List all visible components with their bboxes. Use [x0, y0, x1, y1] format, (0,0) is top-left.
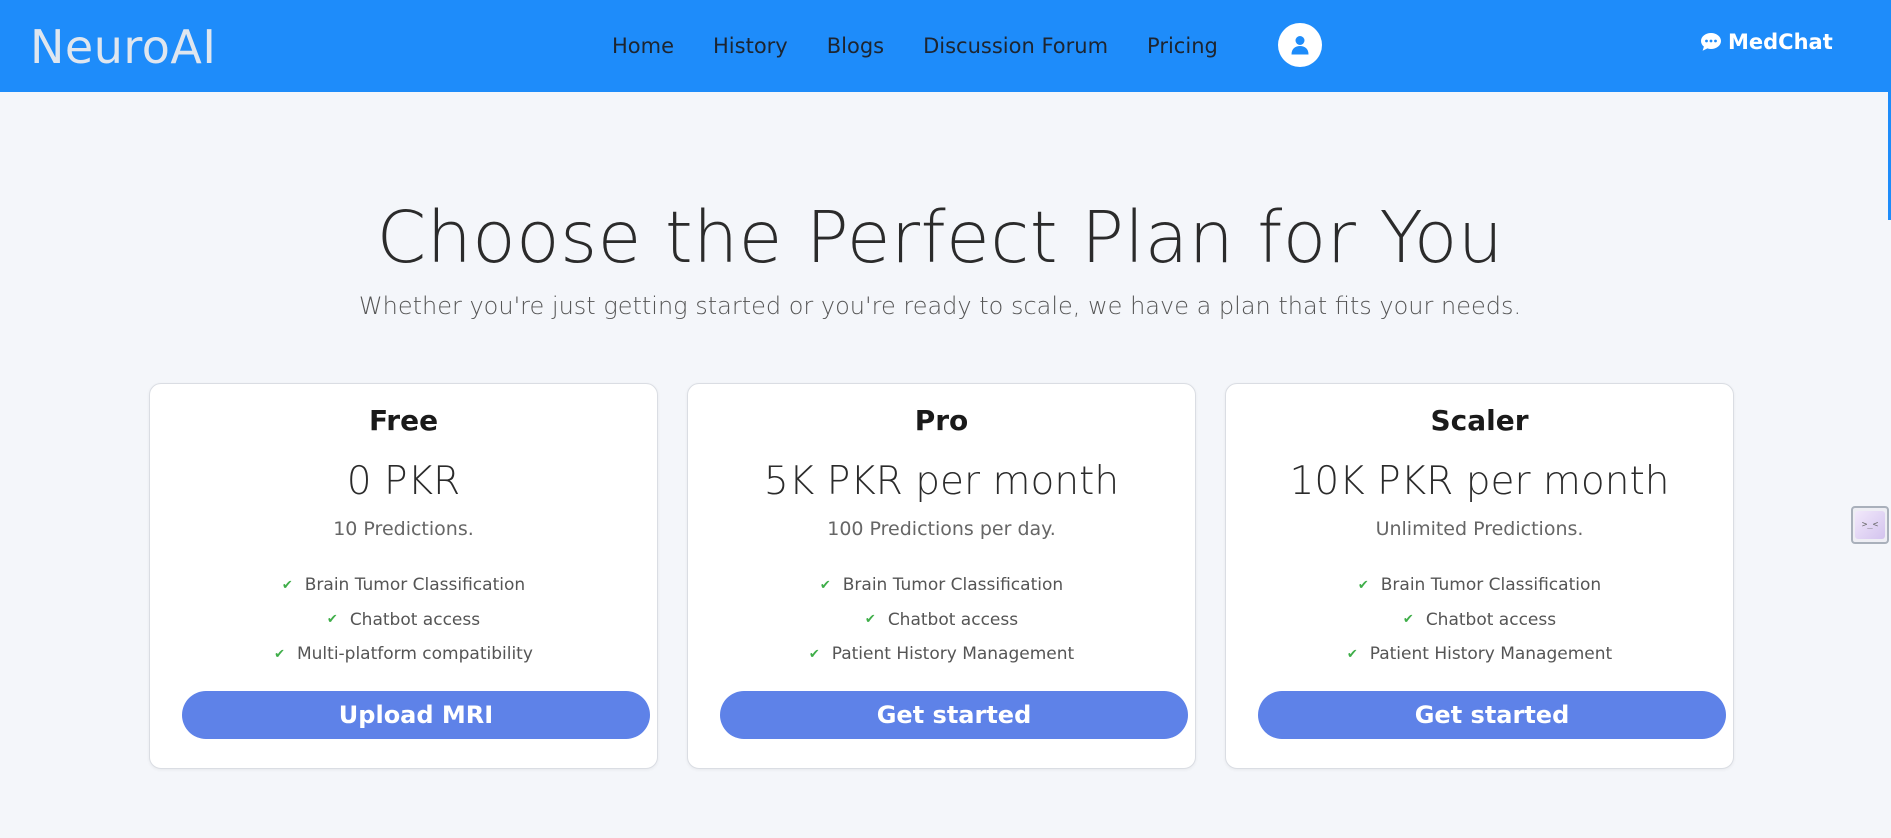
feature-item: ✔ Chatbot access [150, 603, 657, 638]
check-icon: ✔ [808, 646, 820, 662]
feature-label: Brain Tumor Classification [1380, 575, 1602, 596]
check-icon: ✔ [1346, 646, 1358, 662]
nav-link-pricing[interactable]: Pricing [1147, 34, 1218, 58]
check-icon: ✔ [326, 612, 338, 628]
check-icon: ✔ [281, 577, 293, 593]
plan-price: 5K PKR per month [763, 459, 1120, 504]
feature-list: ✔ Brain Tumor Classification ✔ Chatbot acc… [150, 568, 657, 672]
nav-link-discussion-forum[interactable]: Discussion Forum [923, 34, 1108, 58]
plan-price: 0 PKR [346, 459, 461, 504]
chat-bubble-icon [1701, 33, 1721, 51]
feature-item: ✔ Patient History Management [688, 637, 1195, 672]
check-icon: ✔ [274, 646, 285, 662]
page-subtitle: Whether you're just getting started or y… [358, 292, 1522, 320]
plan-card-pro: Pro 5K PKR per month 100 Predictions per… [687, 383, 1196, 769]
nav-link-history[interactable]: History [713, 34, 788, 58]
feature-label: Chatbot access [349, 609, 481, 630]
feature-label: Chatbot access [1425, 609, 1557, 630]
feature-item: ✔ Brain Tumor Classification [150, 568, 657, 603]
plan-price: 10K PKR per month [1289, 459, 1670, 504]
plan-quota: Unlimited Predictions. [1375, 518, 1584, 540]
user-icon [1291, 36, 1309, 55]
feature-list: ✔ Brain Tumor Classification ✔ Chatbot acc… [1226, 568, 1733, 672]
check-icon: ✔ [819, 577, 831, 593]
plan-name: Pro [914, 404, 969, 437]
check-icon: ✔ [864, 612, 876, 628]
feature-item: ✔ Multi-platform compatibility [150, 637, 657, 672]
feature-item: ✔ Brain Tumor Classification [1226, 568, 1733, 603]
feature-label: Brain Tumor Classification [842, 575, 1064, 596]
floating-assistant-widget[interactable]: >_< [1851, 506, 1889, 544]
feature-list: ✔ Brain Tumor Classification ✔ Chatbot acc… [688, 568, 1195, 672]
get-started-button-scaler[interactable]: Get started [1258, 691, 1726, 739]
medchat-label: MedChat [1728, 30, 1833, 54]
feature-label: Patient History Management [831, 644, 1075, 665]
brand-logo[interactable]: NeuroAI [30, 20, 216, 74]
feature-label: Chatbot access [887, 609, 1019, 630]
page-title: Choose the Perfect Plan for You [376, 196, 1504, 279]
get-started-button-pro[interactable]: Get started [720, 691, 1188, 739]
feature-item: ✔ Brain Tumor Classification [688, 568, 1195, 603]
feature-label: Brain Tumor Classification [304, 575, 526, 596]
nav-link-home[interactable]: Home [612, 34, 674, 58]
feature-item: ✔ Chatbot access [1226, 603, 1733, 638]
feature-label: Multi-platform compatibility [296, 644, 533, 665]
plan-card-free: Free 0 PKR 10 Predictions. ✔ Brain Tumor … [149, 383, 658, 769]
plan-quota: 100 Predictions per day. [827, 518, 1056, 540]
check-icon: ✔ [1402, 612, 1414, 628]
plan-quota: 10 Predictions. [333, 518, 474, 540]
plan-name: Scaler [1430, 404, 1529, 437]
feature-item: ✔ Patient History Management [1226, 637, 1733, 672]
user-profile-button[interactable] [1278, 23, 1322, 67]
nav-link-blogs[interactable]: Blogs [827, 34, 884, 58]
feature-label: Patient History Management [1369, 644, 1613, 665]
medchat-link[interactable]: MedChat [1700, 30, 1833, 54]
nav-links: Home History Blogs Discussion Forum Pric… [612, 0, 1218, 92]
top-navbar: NeuroAI Home History Blogs Discussion Fo… [0, 0, 1891, 92]
check-icon: ✔ [1357, 577, 1369, 593]
assistant-face-icon: >_< [1855, 511, 1885, 539]
plan-name: Free [368, 404, 439, 437]
feature-item: ✔ Chatbot access [688, 603, 1195, 638]
plan-card-scaler: Scaler 10K PKR per month Unlimited Predi… [1225, 383, 1734, 769]
upload-mri-button[interactable]: Upload MRI [182, 691, 650, 739]
